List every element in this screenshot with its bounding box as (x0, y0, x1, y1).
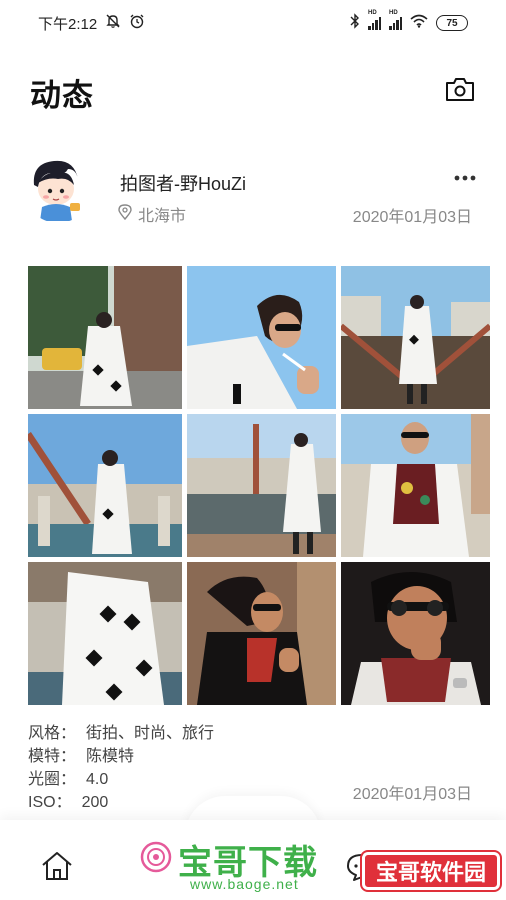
post-date-footer: 2020年01月03日 (352, 786, 472, 803)
status-time: 下午2:12 (38, 15, 98, 33)
detail-value: 4.0 (86, 771, 109, 788)
status-right: HD HD 75 (350, 10, 468, 33)
photo-5[interactable] (187, 414, 336, 557)
alarm-icon (129, 13, 145, 33)
detail-value: 陈模特 (86, 748, 135, 765)
camera-icon[interactable] (444, 74, 476, 104)
signal-1-icon: HD (368, 10, 381, 30)
detail-value: 200 (81, 794, 109, 811)
avatar[interactable] (24, 155, 92, 223)
wifi-icon (410, 14, 428, 32)
photo-7[interactable] (28, 562, 182, 705)
badge-watermark: 宝哥软件园 (360, 850, 502, 892)
more-icon[interactable] (454, 164, 476, 186)
battery-indicator: 75 (436, 15, 468, 31)
status-left: 下午2:12 (38, 13, 145, 34)
photo-2[interactable] (187, 266, 336, 409)
detail-label: 风格： (28, 725, 77, 742)
page-title: 动态 (30, 78, 94, 113)
detail-aperture: 光圈： 4.0 (28, 768, 214, 791)
detail-label: ISO： (28, 794, 72, 811)
photo-4[interactable] (28, 414, 182, 557)
brand-logo-icon (140, 841, 172, 878)
photo-grid (28, 266, 490, 705)
location-text: 北海市 (138, 208, 187, 225)
signal-2-icon: HD (389, 10, 402, 30)
detail-value: 街拍、时尚、旅行 (86, 725, 215, 742)
mute-icon (105, 13, 121, 33)
detail-style: 风格： 街拍、时尚、旅行 (28, 722, 214, 745)
photo-1[interactable] (28, 266, 182, 409)
post-location: 北海市 (118, 202, 186, 226)
photo-3[interactable] (341, 266, 490, 409)
photo-8[interactable] (187, 562, 336, 705)
detail-model: 模特： 陈模特 (28, 745, 214, 768)
author-name[interactable]: 拍图者-野HouZi (120, 170, 246, 196)
status-bar: 下午2:12 HD HD 75 (0, 0, 506, 46)
photo-9[interactable] (341, 562, 490, 705)
photo-6[interactable] (341, 414, 490, 557)
brand-url: www.baoge.net (190, 876, 299, 892)
detail-iso: ISO： 200 (28, 791, 214, 814)
post-date: 2020年01月03日 (352, 209, 472, 226)
location-pin-icon (118, 203, 132, 225)
post-details: 风格： 街拍、时尚、旅行 模特： 陈模特 光圈： 4.0 ISO： 200 (28, 722, 214, 814)
bluetooth-icon (350, 13, 360, 33)
detail-label: 光圈： (28, 771, 77, 788)
detail-label: 模特： (28, 748, 77, 765)
home-icon[interactable] (40, 850, 74, 882)
